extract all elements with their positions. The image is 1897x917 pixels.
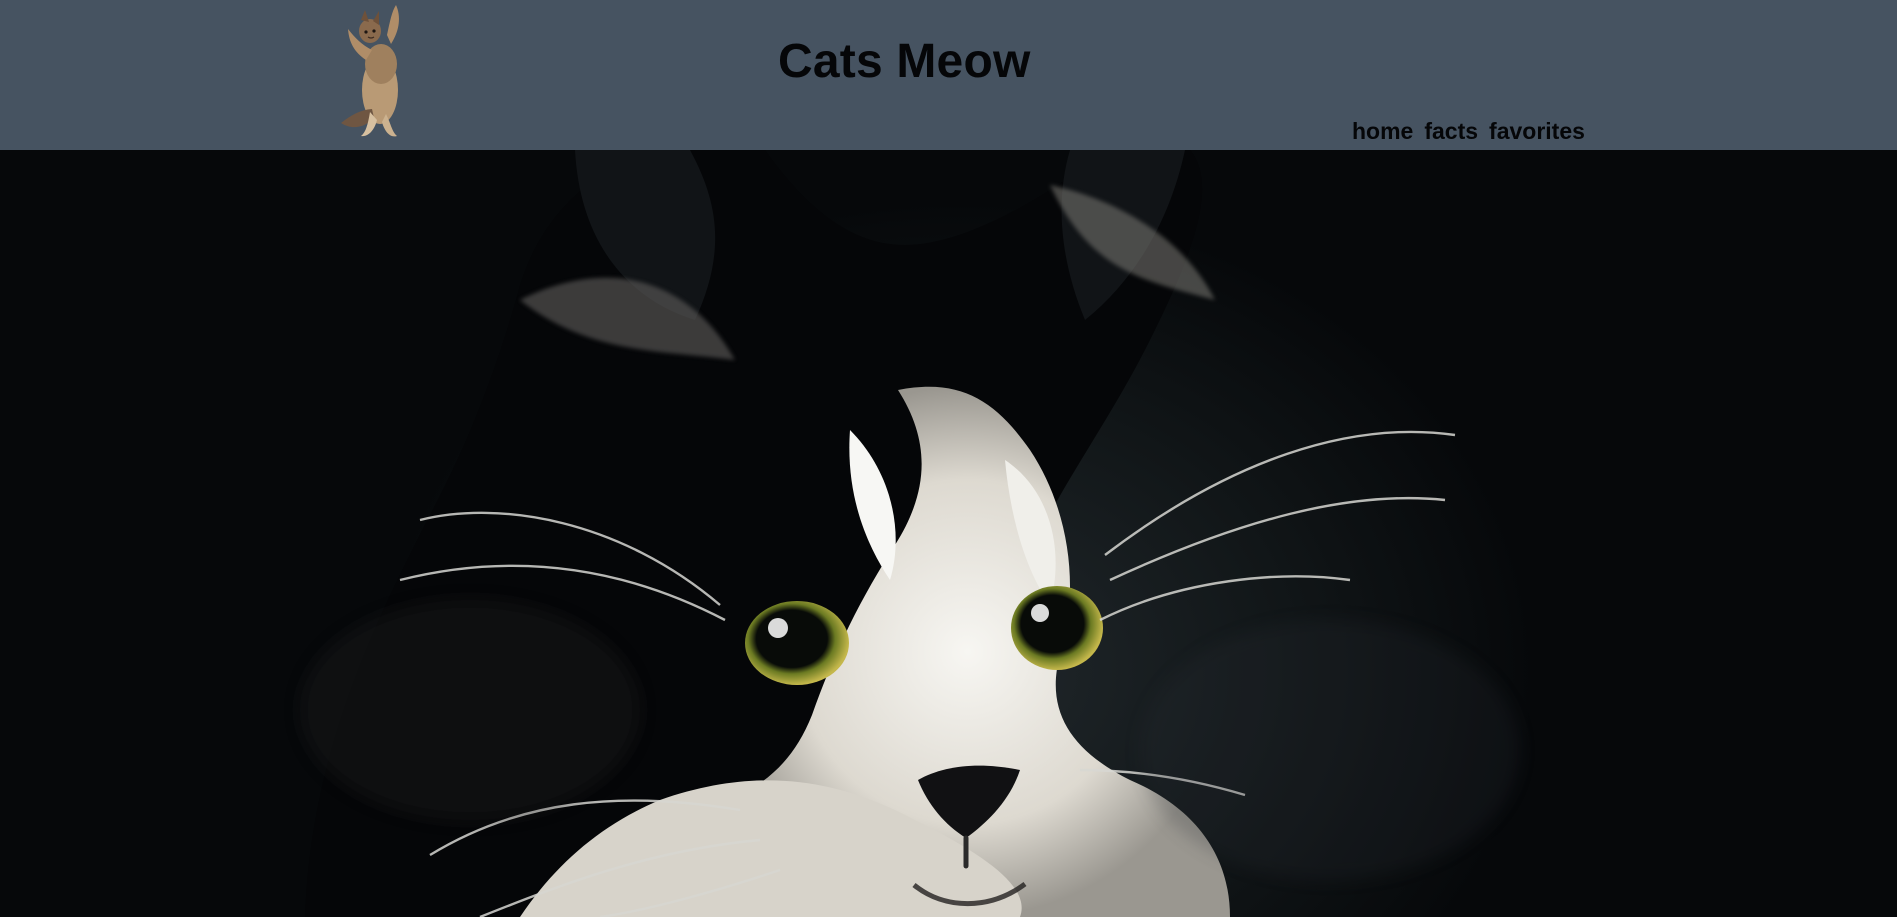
dancing-cat-logo-icon	[336, 2, 420, 138]
nav-link-favorites[interactable]: favorites	[1489, 116, 1585, 146]
hero-cat-image	[0, 150, 1897, 917]
nav-link-facts[interactable]: facts	[1424, 116, 1478, 146]
site-title: Cats Meow	[778, 35, 1031, 88]
nav-link-home[interactable]: home	[1352, 116, 1413, 146]
main-navigation: home facts favorites	[1352, 116, 1585, 146]
site-header: Cats Meow home facts favorites	[0, 0, 1897, 150]
page: Cats Meow home facts favorites	[0, 0, 1897, 917]
